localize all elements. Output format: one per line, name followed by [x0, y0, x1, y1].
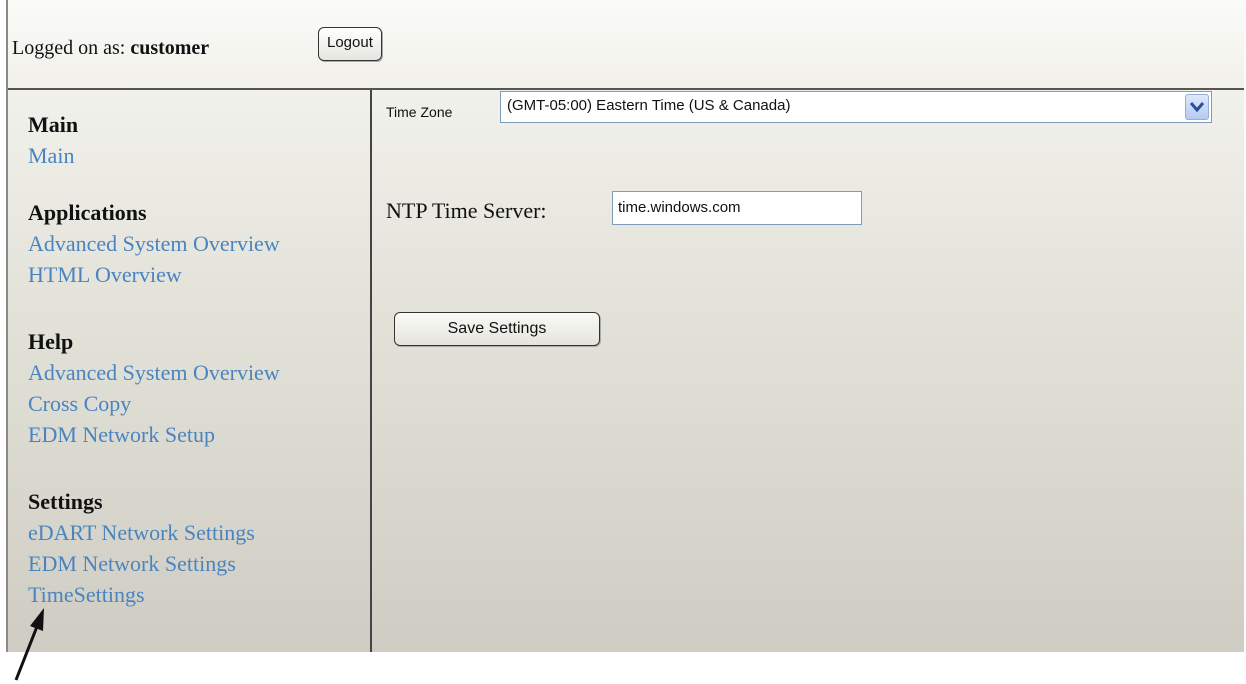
nav-link-time-settings[interactable]: TimeSettings	[28, 579, 255, 610]
save-settings-button[interactable]: Save Settings	[394, 312, 600, 346]
nav-heading-main: Main	[28, 112, 79, 137]
nav-link-edm-network-settings[interactable]: EDM Network Settings	[28, 548, 255, 579]
nav-link-advanced-system-overview-app[interactable]: Advanced System Overview	[28, 228, 280, 259]
timezone-label: Time Zone	[386, 104, 453, 120]
nav-link-html-overview[interactable]: HTML Overview	[28, 259, 280, 290]
nav-heading-settings: Settings	[28, 489, 103, 514]
nav-link-cross-copy[interactable]: Cross Copy	[28, 388, 280, 419]
pointer-arrow-icon	[14, 608, 44, 681]
logged-on-text: Logged on as: customer	[12, 37, 209, 60]
username: customer	[130, 37, 210, 59]
nav-link-edm-network-setup[interactable]: EDM Network Setup	[28, 419, 280, 450]
chevron-down-icon	[1190, 102, 1204, 113]
nav-link-advanced-system-overview-help[interactable]: Advanced System Overview	[28, 357, 280, 388]
nav-section-settings: Settings eDART Network Settings EDM Netw…	[28, 487, 255, 610]
timezone-select[interactable]: (GMT-05:00) Eastern Time (US & Canada)	[500, 91, 1212, 123]
nav-link-edart-network-settings[interactable]: eDART Network Settings	[28, 517, 255, 548]
settings-panel: Time Zone (GMT-05:00) Eastern Time (US &…	[372, 90, 1244, 652]
nav-section-main: Main Main	[28, 110, 78, 171]
nav-section-applications: Applications Advanced System Overview HT…	[28, 198, 280, 290]
logged-prefix: Logged on as:	[12, 37, 131, 59]
ntp-server-value: time.windows.com	[618, 199, 741, 216]
nav-heading-help: Help	[28, 329, 74, 354]
ntp-server-label: NTP Time Server:	[386, 198, 547, 223]
timezone-value: (GMT-05:00) Eastern Time (US & Canada)	[507, 97, 791, 114]
dropdown-button[interactable]	[1185, 94, 1209, 120]
header-bar: Logged on as: customer Logout	[8, 0, 1244, 90]
ntp-server-input[interactable]: time.windows.com	[612, 191, 862, 225]
nav-link-main[interactable]: Main	[28, 140, 78, 171]
sidebar-nav: Main Main Applications Advanced System O…	[8, 90, 372, 652]
nav-section-help: Help Advanced System Overview Cross Copy…	[28, 327, 280, 450]
logout-button[interactable]: Logout	[318, 27, 382, 61]
app-frame: Logged on as: customer Logout Main Main …	[6, 0, 1244, 652]
nav-heading-applications: Applications	[28, 200, 147, 225]
